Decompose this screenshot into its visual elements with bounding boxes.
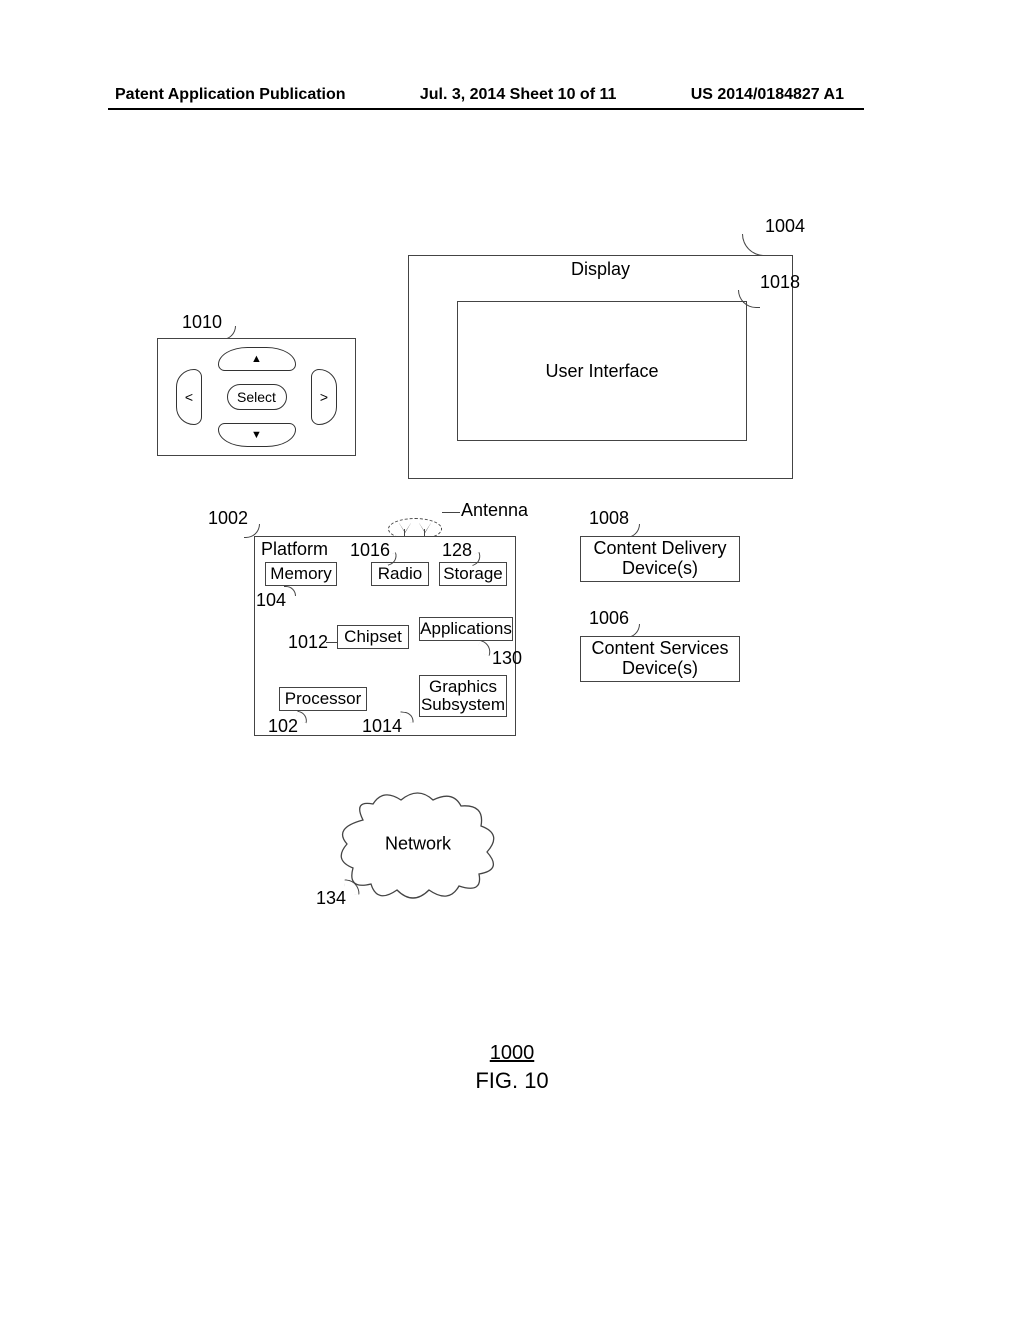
ref-1002: 1002 bbox=[208, 508, 248, 529]
ref-1008: 1008 bbox=[589, 508, 629, 529]
ref-1012: 1012 bbox=[288, 632, 328, 653]
user-interface-box: User Interface bbox=[457, 301, 747, 441]
ref-1006: 1006 bbox=[589, 608, 629, 629]
antenna-label: Antenna bbox=[461, 500, 528, 521]
ref-1014: 1014 bbox=[362, 716, 402, 737]
figure-number: 1000 bbox=[0, 1042, 1024, 1065]
network-label: Network bbox=[385, 834, 451, 855]
network-cloud: Network bbox=[333, 790, 503, 900]
display-box: Display User Interface bbox=[408, 255, 793, 479]
radio-box: Radio bbox=[371, 562, 429, 586]
processor-box: Processor bbox=[279, 687, 367, 711]
dpad-left[interactable]: < bbox=[176, 369, 202, 425]
ref-1010: 1010 bbox=[182, 312, 222, 333]
ref-102: 102 bbox=[268, 716, 298, 737]
ref-1016: 1016 bbox=[350, 540, 390, 561]
content-delivery-box: Content Delivery Device(s) bbox=[580, 536, 740, 582]
select-button[interactable]: Select bbox=[227, 384, 287, 410]
leader-antenna bbox=[442, 512, 460, 513]
dpad-up[interactable]: ▲ bbox=[218, 347, 296, 371]
ref-104: 104 bbox=[256, 590, 286, 611]
header-mid: Jul. 3, 2014 Sheet 10 of 11 bbox=[420, 86, 617, 104]
content-services-box: Content Services Device(s) bbox=[580, 636, 740, 682]
header-left: Patent Application Publication bbox=[115, 86, 346, 104]
header-right: US 2014/0184827 A1 bbox=[691, 86, 844, 104]
ref-128: 128 bbox=[442, 540, 472, 561]
ref-1004: 1004 bbox=[765, 216, 805, 237]
leader-1012 bbox=[326, 642, 338, 643]
leader-1004 bbox=[742, 234, 764, 256]
graphics-subsystem-box: Graphics Subsystem bbox=[419, 675, 507, 717]
applications-box: Applications bbox=[419, 617, 513, 641]
figure-label: FIG. 10 bbox=[0, 1068, 1024, 1094]
memory-box: Memory bbox=[265, 562, 337, 586]
ref-130: 130 bbox=[492, 648, 522, 669]
platform-title: Platform bbox=[261, 539, 328, 560]
header-rule bbox=[108, 108, 864, 110]
dpad-right[interactable]: > bbox=[311, 369, 337, 425]
chipset-box: Chipset bbox=[337, 625, 409, 649]
dpad-down[interactable]: ▼ bbox=[218, 423, 296, 447]
ref-1018: 1018 bbox=[760, 272, 800, 293]
remote-control: ▲ ▼ < > Select bbox=[157, 338, 356, 456]
page-header: Patent Application Publication Jul. 3, 2… bbox=[115, 86, 844, 104]
display-title: Display bbox=[409, 259, 792, 280]
ref-134: 134 bbox=[316, 888, 346, 909]
